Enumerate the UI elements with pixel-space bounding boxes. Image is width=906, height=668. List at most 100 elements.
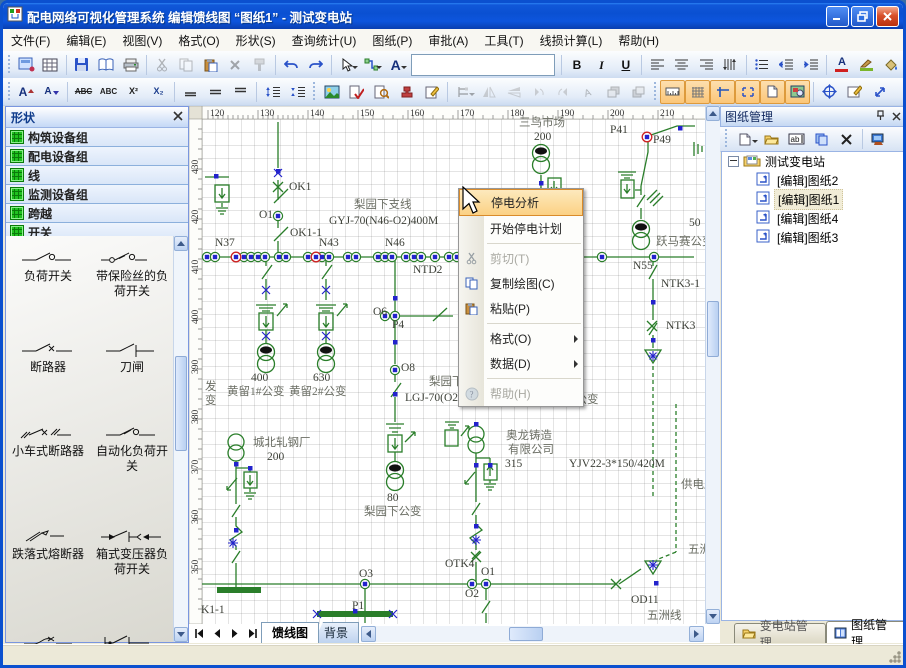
- no-strikethrough-icon[interactable]: ABC: [96, 80, 121, 104]
- menu-edit[interactable]: 编辑(E): [58, 29, 114, 52]
- shape-circuit-breaker[interactable]: 断路器: [6, 315, 90, 391]
- font-color-icon[interactable]: A: [830, 53, 854, 77]
- pan-zoom-icon[interactable]: [817, 80, 842, 104]
- toolbar-grip4[interactable]: [653, 82, 658, 102]
- align-left-icon[interactable]: [645, 53, 669, 77]
- flip-vertical-icon[interactable]: [501, 80, 526, 104]
- feeder-lines[interactable]: [202, 122, 702, 623]
- find-shape-icon[interactable]: [369, 80, 394, 104]
- font-increase-icon[interactable]: A: [14, 80, 39, 104]
- pin-icon[interactable]: [876, 110, 885, 124]
- line-spacing-loose-icon[interactable]: [228, 80, 253, 104]
- print-icon[interactable]: [118, 53, 142, 77]
- redo-icon[interactable]: [303, 53, 327, 77]
- italic-icon[interactable]: I: [589, 53, 613, 77]
- toolbar-grip3[interactable]: [312, 82, 317, 102]
- menu-view[interactable]: 视图(V): [114, 29, 170, 52]
- send-to-back-icon[interactable]: [626, 80, 651, 104]
- last-page-icon[interactable]: [245, 627, 261, 641]
- page-preview-icon[interactable]: [94, 53, 118, 77]
- indent-icon[interactable]: [798, 53, 822, 77]
- minimize-button[interactable]: [826, 6, 849, 27]
- menu-file[interactable]: 文件(F): [3, 29, 58, 52]
- shape-load-switch[interactable]: 负荷开关: [6, 244, 90, 315]
- tree-item-drawing4[interactable]: [编辑]图纸4: [722, 209, 904, 228]
- cut-icon[interactable]: [150, 53, 174, 77]
- menu-drawing[interactable]: 图纸(P): [364, 29, 420, 52]
- subscript-icon[interactable]: X₂: [146, 80, 171, 104]
- outdent-icon[interactable]: [774, 53, 798, 77]
- properties-icon[interactable]: [842, 80, 867, 104]
- connector-tool-icon[interactable]: [359, 53, 383, 77]
- next-page-icon[interactable]: [227, 627, 243, 641]
- canvas-hscroll-thumb[interactable]: [509, 627, 543, 641]
- format-painter-icon[interactable]: [247, 53, 271, 77]
- group-structure-devices[interactable]: 构筑设备组: [6, 128, 188, 147]
- line-spacing-tight-icon[interactable]: [178, 80, 203, 104]
- line-spacing-normal-icon[interactable]: [203, 80, 228, 104]
- strikethrough-icon[interactable]: ABC: [71, 80, 96, 104]
- align-center-icon[interactable]: [669, 53, 693, 77]
- menu-item-help[interactable]: ?帮助(H): [459, 381, 583, 406]
- tab-feeder-diagram[interactable]: 馈线图: [261, 622, 319, 643]
- rotate-right-icon[interactable]: [551, 80, 576, 104]
- underline-icon[interactable]: U: [614, 53, 638, 77]
- shape-fused-load-switch[interactable]: 带保险丝的负荷开关: [90, 244, 174, 315]
- tab-drawing-manager[interactable]: 图纸管理: [826, 621, 906, 643]
- connection-points-toggle-icon[interactable]: [735, 80, 760, 104]
- spacing-decrease-icon[interactable]: [285, 80, 310, 104]
- shape-trolley-breaker[interactable]: 小车式断路器: [6, 391, 90, 490]
- shape-auto-load-switch[interactable]: 自动化负荷开关: [90, 391, 174, 490]
- menu-help[interactable]: 帮助(H): [610, 29, 667, 52]
- new-drawing-file-icon[interactable]: [731, 127, 759, 151]
- toolbar-grip2[interactable]: [7, 82, 12, 102]
- menu-tools[interactable]: 工具(T): [476, 29, 531, 52]
- tree-item-drawing2[interactable]: [编辑]图纸2: [722, 171, 904, 190]
- pointer-tool-icon[interactable]: [335, 53, 359, 77]
- scroll-down-icon[interactable]: [174, 627, 188, 642]
- shape-dropout-fuse[interactable]: 跌落式熔断器: [6, 490, 90, 593]
- delete-icon[interactable]: [223, 53, 247, 77]
- thick-segments[interactable]: [217, 587, 393, 617]
- text-tool-icon[interactable]: A: [383, 53, 407, 77]
- menu-format[interactable]: 格式(O): [170, 29, 227, 52]
- font-decrease-icon[interactable]: A: [39, 80, 64, 104]
- rename-icon[interactable]: ab: [784, 127, 809, 151]
- menu-item-cut[interactable]: 剪切(T): [459, 246, 583, 271]
- vertical-align-icon[interactable]: [718, 53, 742, 77]
- data-table-icon[interactable]: [38, 53, 62, 77]
- toolbar-grip5[interactable]: [724, 129, 729, 149]
- tab-background[interactable]: 背景: [313, 622, 359, 643]
- copy-icon[interactable]: [174, 53, 198, 77]
- menu-item-paste[interactable]: 粘贴(P): [459, 296, 583, 321]
- shapes-panel-close-icon[interactable]: [173, 108, 183, 126]
- tree-root-station[interactable]: 测试变电站: [722, 152, 904, 171]
- style-combo[interactable]: [411, 54, 555, 76]
- insert-picture-icon[interactable]: [319, 80, 344, 104]
- group-lines[interactable]: 线: [6, 166, 188, 185]
- open-drawing-icon[interactable]: [759, 127, 784, 151]
- fill-color-icon[interactable]: [879, 53, 903, 77]
- panel-close-icon[interactable]: [892, 110, 901, 124]
- annotate-icon[interactable]: [419, 80, 444, 104]
- menu-approve[interactable]: 审批(A): [420, 29, 476, 52]
- shapes-scrollbar[interactable]: [173, 236, 188, 642]
- flip-horizontal-icon[interactable]: [476, 80, 501, 104]
- restore-button[interactable]: [851, 6, 874, 27]
- shape-box-transformer-load-switch[interactable]: 箱式变压器负荷开关: [90, 490, 174, 593]
- line-color-icon[interactable]: [854, 53, 878, 77]
- undo-icon[interactable]: [279, 53, 303, 77]
- menu-shape[interactable]: 形状(S): [228, 29, 284, 52]
- menu-item-start-outage-plan[interactable]: 开始停电计划: [459, 216, 583, 241]
- menu-item-format[interactable]: 格式(O): [459, 326, 583, 351]
- group-monitor-devices[interactable]: 监测设备组: [6, 185, 188, 204]
- station-view-icon[interactable]: [866, 127, 891, 151]
- stamp-icon[interactable]: [394, 80, 419, 104]
- scroll-up-icon[interactable]: [174, 236, 188, 251]
- toolbar-grip[interactable]: [7, 55, 12, 75]
- copy-drawing-icon[interactable]: [809, 127, 834, 151]
- menu-item-copy-drawing[interactable]: 复制绘图(C): [459, 271, 583, 296]
- first-page-icon[interactable]: [191, 627, 207, 641]
- canvas-scroll-right-icon[interactable]: [689, 626, 704, 642]
- spacing-increase-icon[interactable]: [260, 80, 285, 104]
